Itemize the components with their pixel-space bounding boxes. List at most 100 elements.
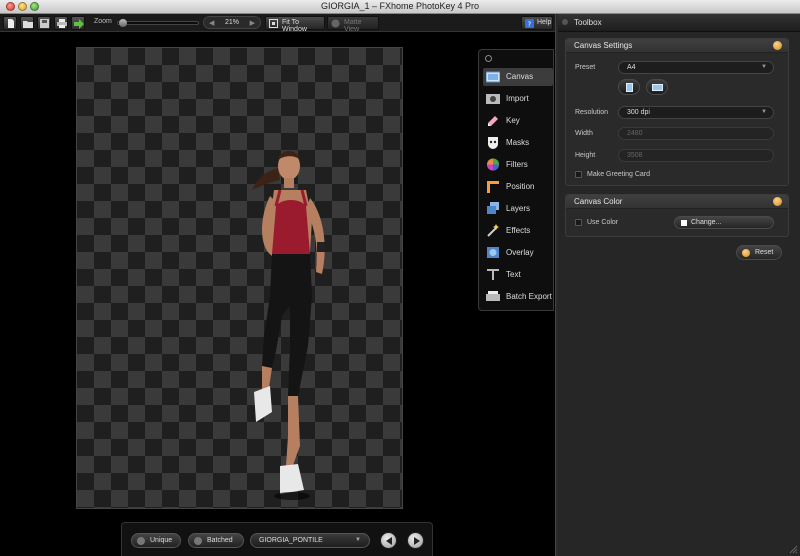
toolbox-handle-icon[interactable] — [562, 19, 568, 25]
matte-view-icon — [331, 19, 340, 28]
export-button[interactable] — [71, 16, 85, 30]
tool-layers-label: Layers — [506, 204, 531, 213]
matte-view-label: Matte View — [344, 19, 362, 33]
open-folder-button[interactable] — [20, 16, 34, 30]
chevron-down-icon: ▼ — [355, 537, 361, 543]
batched-label: Batched — [207, 537, 233, 544]
canvas-icon — [486, 71, 500, 83]
tool-filters[interactable]: Filters — [483, 156, 553, 174]
tool-key[interactable]: Key — [483, 112, 553, 130]
fit-to-window-label: Fit To Window — [282, 19, 307, 33]
help-icon: ? — [525, 19, 534, 28]
resolution-value: 300 dpi — [627, 109, 650, 116]
use-color-checkbox[interactable] — [575, 219, 582, 226]
tool-menu: Canvas Import Key Masks Filters Position… — [478, 49, 554, 311]
toolbox-panel: Toolbox Canvas Settings Preset A4 ▼ Reso… — [558, 14, 800, 556]
overlay-icon — [487, 247, 499, 258]
tool-batch-export-label: Batch Export — [506, 292, 552, 301]
position-icon — [487, 181, 499, 193]
canvas-color-title: Canvas Color — [574, 197, 623, 206]
zoom-label: Zoom — [94, 18, 112, 25]
tool-overlay[interactable]: Overlay — [483, 244, 553, 262]
image-select[interactable]: GIORGIA_PONTILE ▼ — [250, 533, 370, 548]
canvas-color-header[interactable]: Canvas Color — [566, 195, 788, 209]
canvas-settings-group: Canvas Settings Preset A4 ▼ Resolution 3… — [565, 38, 789, 186]
title-bar: GIORGIA_1 – FXhome PhotoKey 4 Pro — [0, 0, 800, 14]
next-arrow-icon — [414, 537, 420, 545]
new-file-icon — [8, 19, 14, 28]
key-icon — [488, 116, 498, 126]
batched-button[interactable]: Batched — [188, 533, 244, 548]
fit-to-window-button[interactable]: Fit To Window — [265, 16, 325, 33]
zoom-stepper[interactable]: ◀ 21% ▶ — [203, 16, 261, 29]
tool-masks-label: Masks — [506, 138, 530, 147]
tool-effects-label: Effects — [506, 226, 531, 235]
canvas-settings-reset-icon[interactable] — [773, 41, 782, 50]
layers-icon — [487, 202, 499, 214]
resolution-select[interactable]: 300 dpi ▼ — [618, 106, 774, 119]
print-button[interactable] — [54, 16, 68, 30]
chevron-down-icon: ▼ — [761, 64, 767, 70]
help-button[interactable]: ? Help — [521, 16, 553, 30]
bottom-bar: Unique Batched GIORGIA_PONTILE ▼ — [121, 522, 433, 556]
height-label: Height — [575, 152, 596, 159]
height-value: 3508 — [627, 152, 643, 159]
zoom-slider[interactable] — [117, 19, 199, 27]
new-file-button[interactable] — [3, 16, 17, 30]
matte-view-button[interactable]: Matte View — [327, 16, 379, 33]
portrait-icon — [626, 83, 633, 92]
width-label: Width — [575, 130, 593, 137]
landscape-button[interactable] — [646, 79, 668, 95]
canvas-settings-title: Canvas Settings — [574, 41, 633, 50]
landscape-icon — [652, 84, 663, 91]
printer-icon — [57, 19, 67, 28]
tool-position-label: Position — [506, 182, 535, 191]
tool-masks[interactable]: Masks — [483, 134, 553, 152]
resize-grip-icon[interactable] — [788, 544, 798, 554]
masks-icon — [488, 137, 498, 149]
tool-layers[interactable]: Layers — [483, 200, 553, 218]
svg-text:?: ? — [528, 21, 532, 29]
tool-text[interactable]: Text — [483, 266, 553, 284]
previous-image-button[interactable] — [380, 532, 397, 549]
tool-import[interactable]: Import — [483, 90, 553, 108]
width-field[interactable]: 2480 — [618, 127, 774, 140]
save-button[interactable] — [37, 16, 51, 30]
canvas-color-reset-icon[interactable] — [773, 197, 782, 206]
unique-button[interactable]: Unique — [131, 533, 181, 548]
tool-import-label: Import — [506, 94, 529, 103]
zoom-slider-knob[interactable] — [119, 19, 127, 27]
height-field[interactable]: 3508 — [618, 149, 774, 162]
canvas-settings-header[interactable]: Canvas Settings — [566, 39, 788, 53]
tool-batch-export[interactable]: Batch Export — [483, 288, 553, 306]
selected-image-name: GIORGIA_PONTILE — [259, 537, 323, 544]
change-color-button[interactable]: Change... — [674, 216, 774, 229]
chevron-down-icon: ▼ — [761, 109, 767, 115]
import-icon — [486, 94, 500, 104]
tool-position[interactable]: Position — [483, 178, 553, 196]
portrait-button[interactable] — [618, 79, 640, 95]
zoom-increase-icon[interactable]: ▶ — [250, 19, 255, 27]
unique-label: Unique — [150, 537, 173, 544]
collapse-menu-icon[interactable] — [485, 55, 492, 62]
reset-label: Reset — [755, 249, 774, 256]
reset-button[interactable]: Reset — [736, 245, 782, 260]
canvas-color-group: Canvas Color Use Color Change... — [565, 194, 789, 237]
text-icon — [487, 269, 499, 280]
effects-icon — [487, 224, 499, 237]
preset-label: Preset — [575, 64, 596, 71]
tool-filters-label: Filters — [506, 160, 528, 169]
image-canvas[interactable] — [76, 47, 403, 509]
tool-effects[interactable]: Effects — [483, 222, 553, 240]
next-image-button[interactable] — [407, 532, 424, 549]
tool-canvas-label: Canvas — [506, 72, 534, 81]
previous-arrow-icon — [386, 537, 392, 545]
preset-select[interactable]: A4 ▼ — [618, 61, 774, 74]
main-toolbar: Zoom ◀ 21% ▶ Fit To Window Matte View ? … — [0, 14, 556, 33]
color-swatch — [681, 220, 687, 226]
help-label: Help — [537, 19, 552, 26]
resolution-label: Resolution — [575, 109, 609, 116]
tool-canvas[interactable]: Canvas — [483, 68, 553, 86]
reset-icon — [742, 249, 750, 257]
greeting-card-checkbox[interactable] — [575, 171, 582, 178]
